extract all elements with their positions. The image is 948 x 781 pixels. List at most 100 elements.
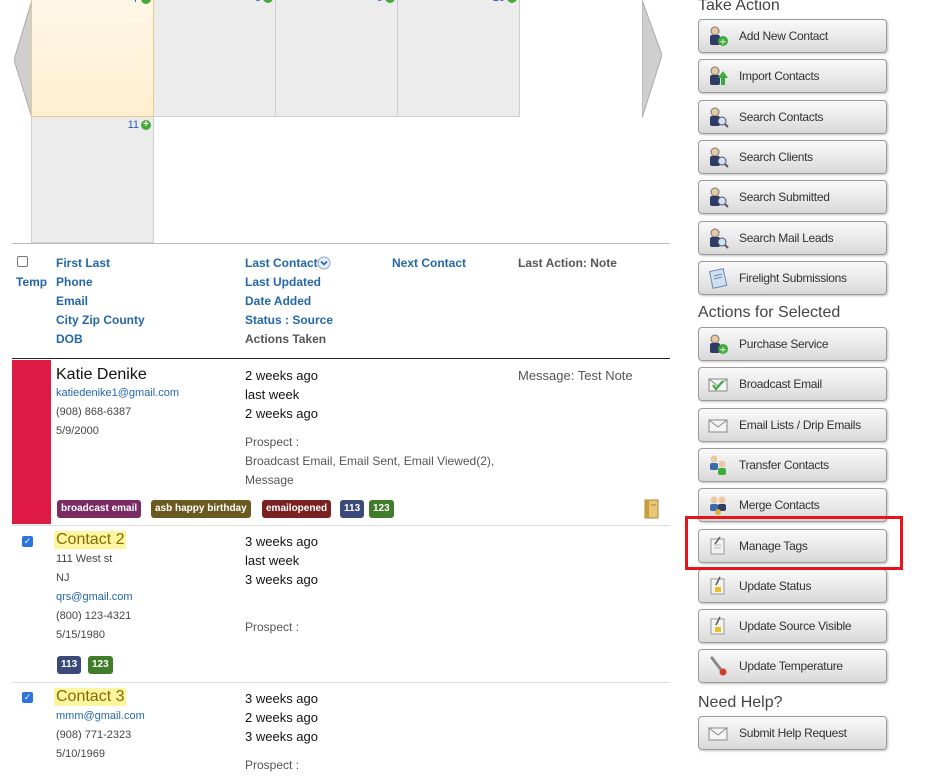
person-search-icon <box>707 227 729 249</box>
col-city-zip-county[interactable]: City Zip County <box>56 313 145 327</box>
last-contact: 3 weeks ago <box>245 691 318 706</box>
update-temperature-button[interactable]: Update Temperature <box>698 649 887 684</box>
add-event-icon[interactable]: + <box>141 0 151 4</box>
button-label: Email Lists / Drip Emails <box>739 417 861 432</box>
contact-address: 111 West st <box>56 553 113 565</box>
submit-help-request-button[interactable]: Submit Help Request <box>698 716 887 750</box>
button-label: Search Submitted <box>739 190 830 205</box>
take-action-title: Take Action <box>698 0 780 14</box>
search-clients-button[interactable]: Search Clients <box>698 139 887 174</box>
contact-email[interactable]: qrs@gmail.com <box>56 591 133 603</box>
last-updated: 2 weeks ago <box>245 710 318 725</box>
notes-book-icon[interactable] <box>642 498 662 520</box>
header-bottom-divider <box>12 358 670 359</box>
add-event-icon[interactable]: + <box>507 0 517 3</box>
status-source: Prospect : <box>245 620 300 634</box>
button-label: Update Temperature <box>739 659 843 674</box>
manage-tags-highlight <box>685 516 903 570</box>
firelight-submissions-button[interactable]: Firelight Submissions <box>698 260 887 295</box>
person-add-icon: + <box>707 333 729 356</box>
tag-badge[interactable]: 123 <box>88 656 113 674</box>
row-checkbox[interactable]: ✓ <box>22 536 33 547</box>
last-updated: last week <box>245 387 300 402</box>
row-checkbox[interactable]: ✓ <box>22 692 33 703</box>
svg-text:+: + <box>719 346 727 356</box>
document-icon <box>707 267 729 289</box>
need-help-title: Need Help? <box>698 694 783 711</box>
col-date-added[interactable]: Date Added <box>245 294 311 308</box>
col-last-action: Last Action: Note <box>518 256 617 270</box>
add-new-contact-button[interactable]: + Add New Contact <box>698 19 887 53</box>
col-email[interactable]: Email <box>56 294 88 308</box>
purchase-service-button[interactable]: + Purchase Service <box>698 327 887 361</box>
temperature-indicator <box>12 360 51 524</box>
col-next-contact[interactable]: Next Contact <box>392 256 466 270</box>
search-mail-leads-button[interactable]: Search Mail Leads <box>698 220 887 255</box>
add-event-icon[interactable]: + <box>141 120 151 130</box>
contact-dob: 5/15/1980 <box>56 629 105 641</box>
contact-email[interactable]: katiedenike1@gmail.com <box>56 387 179 399</box>
envelope-check-icon <box>707 373 729 395</box>
date-added: 2 weeks ago <box>245 406 318 421</box>
contact-name[interactable]: Katie Denike <box>56 366 147 384</box>
contact-email[interactable]: mmm@gmail.com <box>56 710 145 722</box>
date-added: 3 weeks ago <box>245 572 318 587</box>
status-source: Prospect : <box>245 758 300 772</box>
calendar-prev-arrow-icon[interactable] <box>14 0 32 118</box>
calendar-day-cell[interactable]: 9+ <box>276 0 398 117</box>
calendar-day-cell[interactable]: 7+ <box>31 0 154 117</box>
tag-badge[interactable]: 113 <box>57 656 82 674</box>
tag-badge[interactable]: emailopened <box>262 500 332 518</box>
contact-name[interactable]: Contact 2 <box>54 531 127 549</box>
email-lists-drip-emails-button[interactable]: Email Lists / Drip Emails <box>698 407 887 442</box>
update-status-button[interactable]: Update Status <box>698 568 887 603</box>
day-number: 9 <box>377 0 383 4</box>
contact-name[interactable]: Contact 3 <box>54 688 127 706</box>
select-all-checkbox[interactable] <box>17 256 28 267</box>
button-label: Firelight Submissions <box>739 270 847 285</box>
last-action-note: Message: Test Note <box>518 368 633 383</box>
calendar-next-arrow-icon[interactable] <box>642 0 662 118</box>
tag-badge[interactable]: 113 <box>340 500 365 518</box>
contact-phone: (800) 123-4321 <box>56 610 132 622</box>
button-label: Purchase Service <box>739 337 829 351</box>
people-merge-icon <box>707 494 729 516</box>
add-event-icon[interactable]: + <box>263 0 273 3</box>
col-last-contact[interactable]: Last Contact <box>245 256 318 270</box>
update-source-visible-button[interactable]: Update Source Visible <box>698 609 887 644</box>
col-first-last[interactable]: First Last <box>56 256 110 270</box>
contact-phone: (908) 771-2323 <box>56 729 132 741</box>
broadcast-email-button[interactable]: Broadcast Email <box>698 367 887 402</box>
search-contacts-button[interactable]: Search Contacts <box>698 99 887 134</box>
tag-badge[interactable]: asb happy birthday <box>151 500 251 518</box>
button-label: Update Source Visible <box>739 619 852 634</box>
tag-badge[interactable]: broadcast email <box>57 500 142 518</box>
add-event-icon[interactable]: + <box>385 0 395 3</box>
contact-phone: (908) 868-6387 <box>56 406 132 418</box>
col-status-source[interactable]: Status : Source <box>245 313 333 327</box>
button-label: Update Status <box>739 578 812 593</box>
transfer-contacts-button[interactable]: Transfer Contacts <box>698 447 887 482</box>
last-updated: last week <box>245 553 300 568</box>
actions-for-selected-title: Actions for Selected <box>698 304 841 321</box>
calendar-day-cell[interactable]: 11 + <box>31 117 154 243</box>
search-submitted-button[interactable]: Search Submitted <box>698 180 887 215</box>
import-contacts-button[interactable]: Import Contacts <box>698 59 887 94</box>
calendar-day-cell[interactable]: 8+ <box>154 0 276 117</box>
contact-state: NJ <box>56 572 70 584</box>
envelope-icon <box>707 722 729 744</box>
day-number: 8 <box>255 0 261 4</box>
person-add-icon: + <box>707 25 729 48</box>
col-phone[interactable]: Phone <box>56 275 93 289</box>
svg-text:+: + <box>719 38 727 48</box>
tag-badge[interactable]: 123 <box>369 500 394 518</box>
button-label: Merge Contacts <box>739 498 820 513</box>
sort-down-icon[interactable] <box>317 256 331 270</box>
col-temp[interactable]: Temp <box>16 275 47 289</box>
contact-dob: 5/10/1969 <box>56 748 105 760</box>
button-label: Search Mail Leads <box>739 230 834 245</box>
col-dob[interactable]: DOB <box>56 332 83 346</box>
col-last-updated[interactable]: Last Updated <box>245 275 321 289</box>
calendar-day-cell[interactable]: 10+ <box>398 0 520 117</box>
person-import-icon <box>707 65 729 87</box>
